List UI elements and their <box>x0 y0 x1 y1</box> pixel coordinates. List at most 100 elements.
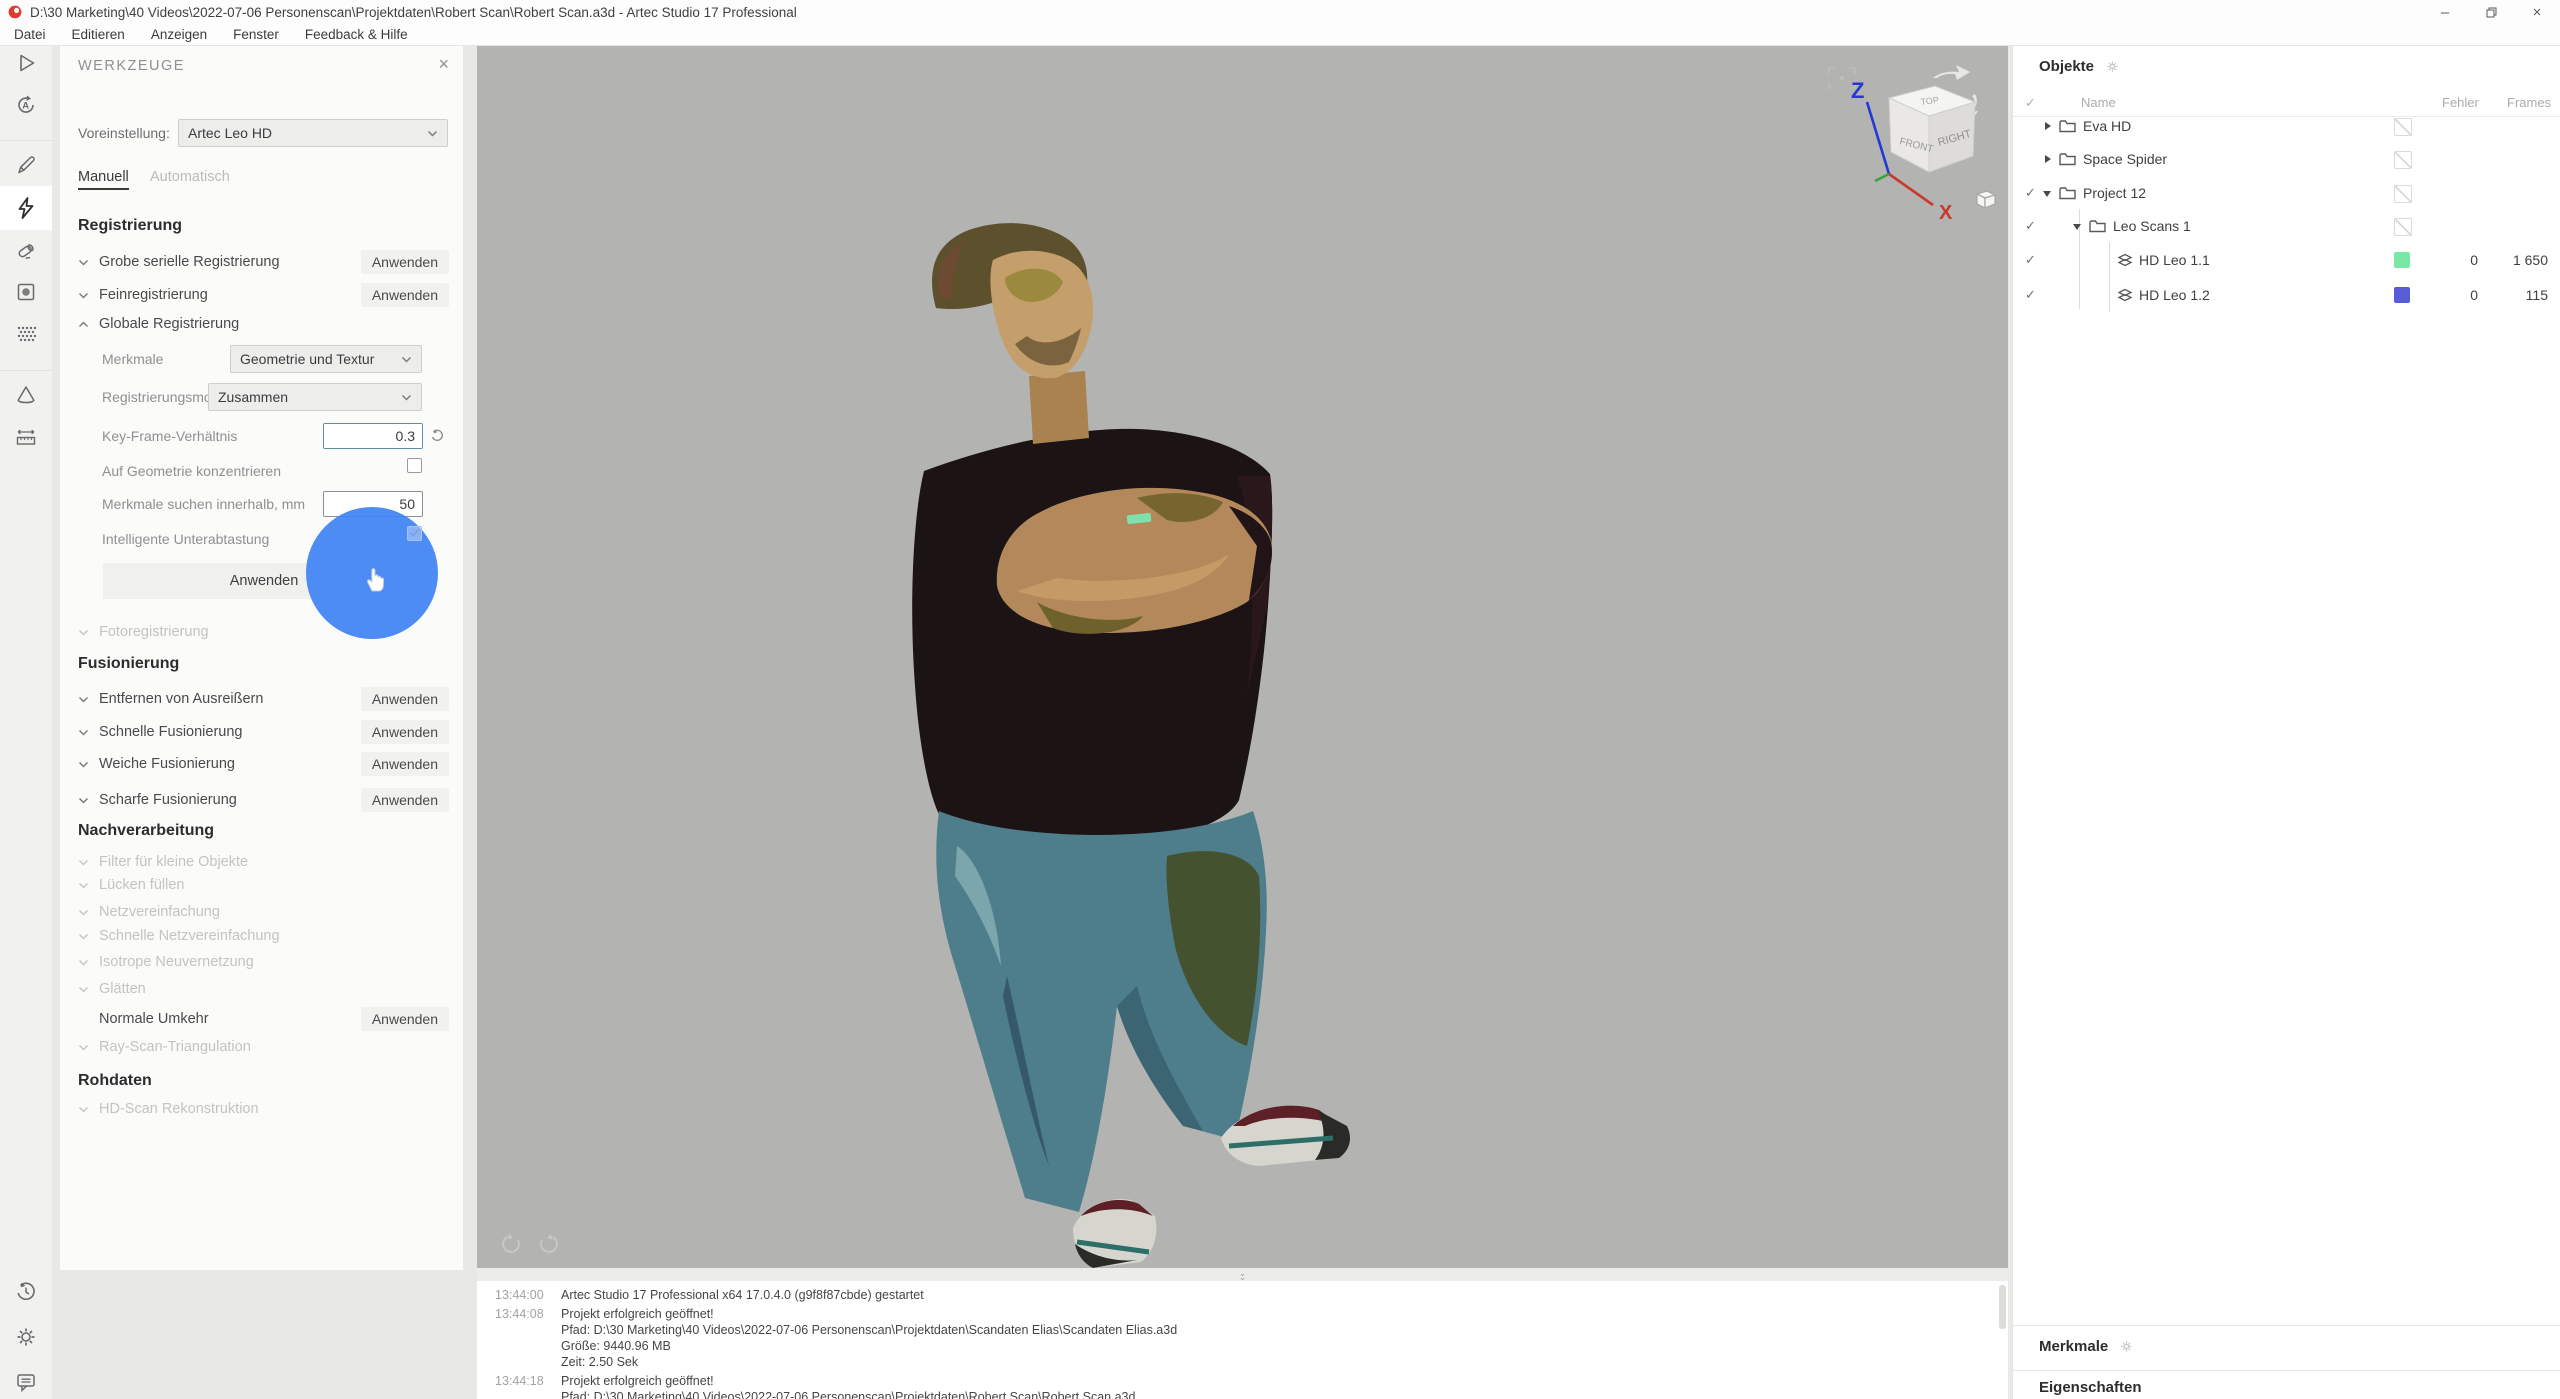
tab-manual[interactable]: Manuell <box>78 169 129 190</box>
apply-button[interactable]: Anwenden <box>361 720 449 744</box>
console-splitter[interactable]: ⌄⌄ <box>477 1268 2008 1281</box>
visibility-check-icon[interactable]: ✓ <box>2025 185 2036 201</box>
expand-icon[interactable] <box>2045 155 2051 163</box>
color-swatch[interactable] <box>2394 287 2410 303</box>
chevron-down-icon[interactable] <box>78 986 89 993</box>
object-name[interactable]: Leo Scans 1 <box>2113 218 2191 234</box>
features-panel-header[interactable]: Merkmale <box>2013 1325 2560 1371</box>
tree-row-project-12[interactable]: ✓ Project 12 <box>2013 177 2560 210</box>
color-swatch-empty[interactable] <box>2394 185 2412 203</box>
row-label[interactable]: Entfernen von Ausreißern <box>99 691 263 707</box>
subsampling-checkbox[interactable] <box>407 526 422 541</box>
scanned-person-model[interactable] <box>477 46 2008 1268</box>
geometry-checkbox[interactable] <box>407 458 422 473</box>
reset-icon[interactable] <box>430 428 445 443</box>
chevron-down-icon[interactable] <box>78 933 89 940</box>
tools-panel-close-icon[interactable]: × <box>438 54 449 75</box>
projection-toggle-icon[interactable] <box>1977 191 1995 208</box>
tree-row-space-spider[interactable]: Space Spider <box>2013 143 2560 176</box>
console-scrollbar[interactable] <box>1999 1285 2006 1329</box>
row-label[interactable]: Normale Umkehr <box>99 1011 209 1027</box>
menu-datei[interactable]: Datei <box>14 27 46 42</box>
apply-button[interactable]: Anwenden <box>361 283 449 307</box>
chevron-down-icon[interactable] <box>78 859 89 866</box>
row-label[interactable]: Weiche Fusionierung <box>99 756 235 772</box>
restore-button[interactable] <box>2468 0 2514 24</box>
log-console[interactable]: 13:44:00 Artec Studio 17 Professional x6… <box>477 1281 2008 1399</box>
row-label[interactable]: Schnelle Fusionierung <box>99 724 242 740</box>
apply-button[interactable]: Anwenden <box>361 788 449 812</box>
row-label[interactable]: Ray-Scan-Triangulation <box>99 1039 251 1055</box>
mode-dropdown[interactable]: Zusammen <box>208 383 422 411</box>
collapse-icon[interactable] <box>2043 191 2051 197</box>
construct-cone-icon[interactable] <box>14 383 38 407</box>
apply-button[interactable]: Anwenden <box>361 1007 449 1031</box>
chevron-down-icon[interactable] <box>78 1044 89 1051</box>
chevron-down-icon[interactable] <box>78 797 89 804</box>
editor-pencil-icon[interactable] <box>14 153 38 177</box>
apply-button[interactable]: Anwenden <box>361 752 449 776</box>
navigation-cube[interactable]: TOP FRONT RIGHT Z X <box>1817 56 2008 221</box>
chevron-up-icon[interactable] <box>78 321 89 328</box>
column-frames[interactable]: Frames <box>2507 95 2551 110</box>
menu-editieren[interactable]: Editieren <box>72 27 125 42</box>
chevron-down-icon[interactable] <box>78 292 89 299</box>
panel-gear-icon[interactable] <box>2106 60 2119 73</box>
features-dropdown[interactable]: Geometrie und Textur <box>230 345 422 373</box>
tree-row-eva-hd[interactable]: Eva HD <box>2013 110 2560 143</box>
chevron-down-icon[interactable] <box>78 696 89 703</box>
tree-row-hd-leo-1-2[interactable]: ✓ HD Leo 1.2 0 115 <box>2013 279 2560 312</box>
row-label[interactable]: Glätten <box>99 981 146 997</box>
chevron-down-icon[interactable] <box>78 959 89 966</box>
texture-roller-icon[interactable] <box>14 238 38 262</box>
properties-panel-header[interactable]: Eigenschaften <box>2013 1370 2560 1399</box>
keyframe-input[interactable] <box>323 423 423 449</box>
minimize-button[interactable]: – <box>2422 0 2468 24</box>
row-label[interactable]: Globale Registrierung <box>99 316 239 332</box>
column-name[interactable]: Name <box>2081 95 2116 110</box>
row-label[interactable]: Fotoregistrierung <box>99 624 209 640</box>
object-name[interactable]: HD Leo 1.2 <box>2139 287 2210 303</box>
menu-feedback-hilfe[interactable]: Feedback & Hilfe <box>305 27 408 42</box>
row-label[interactable]: Lücken füllen <box>99 877 184 893</box>
scan-play-icon[interactable] <box>14 51 38 75</box>
preset-dropdown[interactable]: Artec Leo HD <box>178 119 448 147</box>
color-swatch[interactable] <box>2394 252 2410 268</box>
row-label[interactable]: Isotrope Neuvernetzung <box>99 954 254 970</box>
chevron-down-icon[interactable] <box>78 1106 89 1113</box>
color-swatch-empty[interactable] <box>2394 118 2412 136</box>
chevron-down-icon[interactable] <box>78 909 89 916</box>
history-icon[interactable] <box>14 1280 38 1304</box>
measure-ruler-icon[interactable] <box>14 425 38 449</box>
tab-automatic[interactable]: Automatisch <box>150 169 230 185</box>
object-name[interactable]: Space Spider <box>2083 151 2167 167</box>
object-name[interactable]: Project 12 <box>2083 185 2146 201</box>
tree-row-hd-leo-1-1[interactable]: ✓ HD Leo 1.1 0 1 650 <box>2013 244 2560 277</box>
row-label[interactable]: Schnelle Netzvereinfachung <box>99 928 280 944</box>
chevron-down-icon[interactable] <box>78 882 89 889</box>
menu-anzeigen[interactable]: Anzeigen <box>151 27 207 42</box>
object-name[interactable]: HD Leo 1.1 <box>2139 252 2210 268</box>
apply-button[interactable]: Anwenden <box>361 250 449 274</box>
apply-button[interactable]: Anwenden <box>361 687 449 711</box>
settings-gear-icon[interactable] <box>14 1325 38 1349</box>
chevron-down-icon[interactable] <box>78 629 89 636</box>
redo-icon[interactable] <box>537 1232 559 1254</box>
viewport-3d[interactable]: TOP FRONT RIGHT Z X <box>477 46 2008 1268</box>
visibility-check-icon[interactable]: ✓ <box>2025 252 2036 268</box>
autopilot-icon[interactable]: A <box>14 93 38 117</box>
visibility-check-icon[interactable]: ✓ <box>2025 218 2036 234</box>
row-label[interactable]: Feinregistrierung <box>99 287 208 303</box>
chevron-down-icon[interactable] <box>78 729 89 736</box>
publish-icon[interactable] <box>14 280 38 304</box>
tools-lightning-icon[interactable] <box>14 196 38 220</box>
panel-gear-icon[interactable] <box>2120 1340 2133 1353</box>
row-label[interactable]: Filter für kleine Objekte <box>99 854 248 870</box>
expand-icon[interactable] <box>2045 122 2051 130</box>
row-label[interactable]: HD-Scan Rekonstruktion <box>99 1101 259 1117</box>
color-swatch-empty[interactable] <box>2394 151 2412 169</box>
feedback-chat-icon[interactable] <box>14 1370 38 1394</box>
object-name[interactable]: Eva HD <box>2083 118 2131 134</box>
menu-fenster[interactable]: Fenster <box>233 27 279 42</box>
row-label[interactable]: Grobe serielle Registrierung <box>99 254 280 270</box>
